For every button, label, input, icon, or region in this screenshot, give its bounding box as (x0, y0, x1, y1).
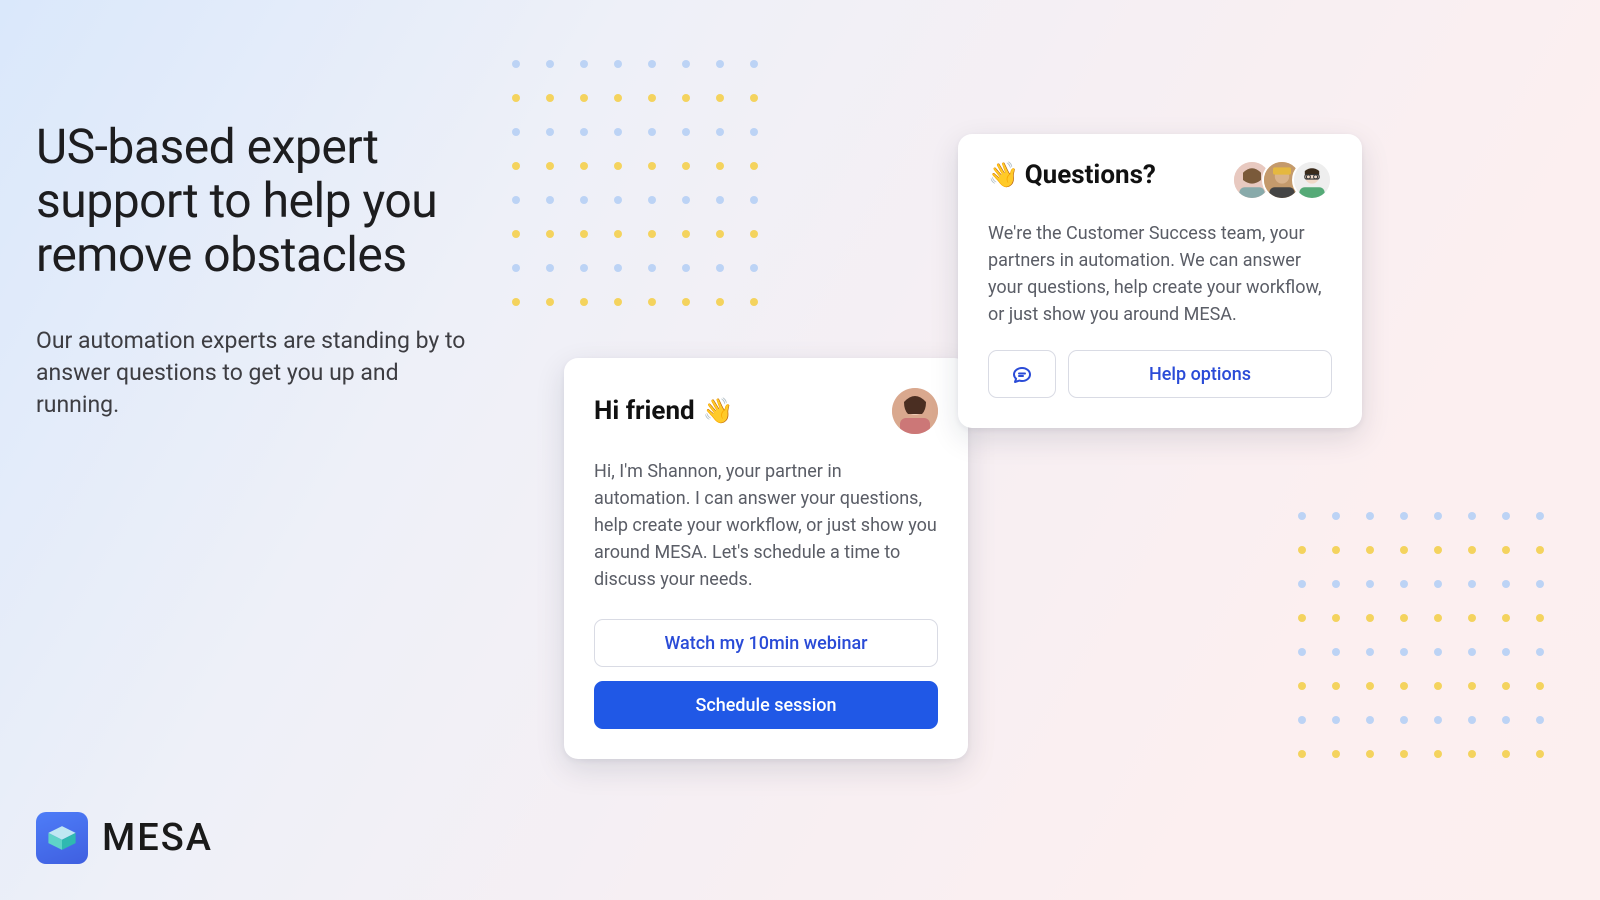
hero-section: US-based expert support to help you remo… (36, 120, 476, 421)
wave-emoji-icon: 👋 (988, 161, 1019, 190)
schedule-session-button[interactable]: Schedule session (594, 681, 938, 729)
dot-grid-decoration-right (1298, 512, 1544, 784)
questions-body: We're the Customer Success team, your pa… (988, 220, 1332, 328)
wave-emoji-icon: 👋 (703, 397, 734, 426)
questions-card: 👋 Questions? We're the Customer Success … (958, 134, 1362, 428)
brand-logo: MESA (36, 812, 213, 864)
brand-logo-mark-icon (36, 812, 88, 864)
brand-name: MESA (102, 816, 213, 860)
questions-title: 👋 Questions? (988, 160, 1156, 190)
dot-grid-decoration-top (512, 60, 758, 332)
greeting-title: Hi friend 👋 (594, 396, 733, 426)
watch-webinar-button[interactable]: Watch my 10min webinar (594, 619, 938, 667)
chat-bubble-icon (1010, 362, 1034, 386)
team-avatar (1292, 160, 1332, 200)
hero-title: US-based expert support to help you remo… (36, 120, 476, 283)
hero-subtitle: Our automation experts are standing by t… (36, 325, 476, 422)
chat-button[interactable] (988, 350, 1056, 398)
greeting-body: Hi, I'm Shannon, your partner in automat… (594, 458, 938, 593)
agent-avatar (892, 388, 938, 434)
team-avatars (1232, 160, 1332, 200)
help-options-button[interactable]: Help options (1068, 350, 1332, 398)
greeting-card: Hi friend 👋 Hi, I'm Shannon, your partne… (564, 358, 968, 759)
